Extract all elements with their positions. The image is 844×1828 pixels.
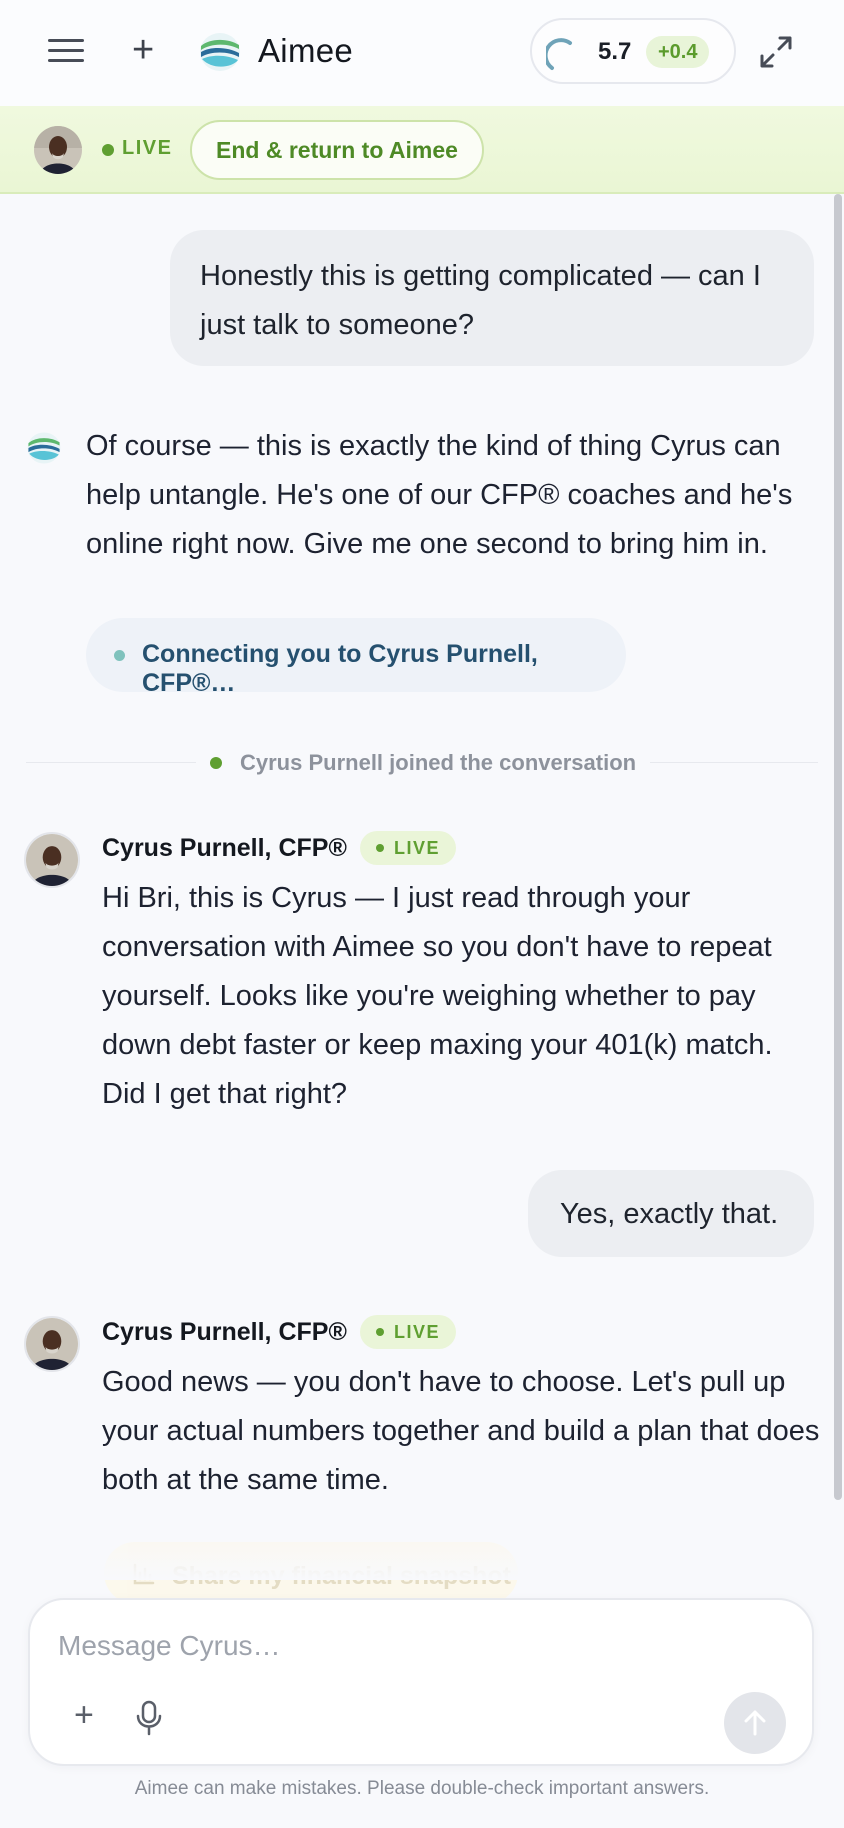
joined-text: Cyrus Purnell joined the conversation bbox=[240, 750, 637, 775]
assistant-message-text: Of course — this is exactly the kind of … bbox=[86, 430, 793, 560]
aimee-avatar-icon bbox=[27, 432, 61, 464]
app-header: + Aimee 5.7 +0.4 bbox=[0, 0, 844, 106]
live-indicator-dot bbox=[102, 144, 114, 156]
user-message: Honestly this is getting complicated — c… bbox=[170, 230, 814, 366]
joined-dot bbox=[210, 757, 222, 769]
live-session-banner: LIVE End & return to Aimee bbox=[0, 106, 844, 194]
new-chat-button[interactable]: + bbox=[132, 30, 154, 70]
coach-avatar bbox=[24, 832, 80, 888]
expand-icon[interactable] bbox=[758, 34, 794, 70]
coach-avatar bbox=[34, 126, 82, 174]
coach-name: Cyrus Purnell, CFP® bbox=[102, 1318, 347, 1346]
connecting-status: Connecting you to Cyrus Purnell, CFP®… bbox=[86, 618, 626, 697]
send-button[interactable] bbox=[724, 1692, 786, 1754]
live-label: LIVE bbox=[122, 137, 173, 159]
coach-message-text: Hi Bri, this is Cyrus — I just read thro… bbox=[102, 882, 773, 1110]
coach-live-badge: LIVE bbox=[360, 1315, 457, 1349]
coach-avatar bbox=[24, 1316, 80, 1372]
score-value: 5.7 bbox=[598, 38, 632, 65]
coach-name: Cyrus Purnell, CFP® bbox=[102, 834, 347, 862]
end-session-button[interactable]: End & return to Aimee bbox=[190, 120, 484, 180]
message-composer: + bbox=[28, 1598, 814, 1766]
user-message-text: Honestly this is getting complicated — c… bbox=[200, 260, 761, 341]
scrollbar[interactable] bbox=[834, 194, 842, 1500]
brand-name: Aimee bbox=[258, 32, 354, 69]
score-pill[interactable]: 5.7 +0.4 bbox=[530, 18, 736, 84]
aimee-logo-icon bbox=[200, 33, 240, 71]
microphone-icon[interactable] bbox=[134, 1700, 164, 1736]
coach-live-badge: LIVE bbox=[360, 831, 457, 865]
coach-message-text: Good news — you don't have to choose. Le… bbox=[102, 1366, 820, 1496]
menu-icon[interactable] bbox=[48, 34, 84, 68]
disclaimer: Aimee can make mistakes. Please double-c… bbox=[134, 1778, 710, 1799]
connecting-text: Connecting you to Cyrus Purnell, CFP®… bbox=[142, 640, 538, 697]
score-delta-badge: +0.4 bbox=[646, 36, 710, 68]
user-message-text: Yes, exactly that. bbox=[560, 1198, 779, 1230]
score-progress-icon bbox=[546, 38, 572, 70]
message-input[interactable] bbox=[58, 1626, 758, 1666]
connecting-dot bbox=[114, 650, 125, 661]
scroll-fade bbox=[0, 1520, 834, 1580]
joined-notice: Cyrus Purnell joined the conversation bbox=[196, 744, 651, 782]
attach-plus-icon[interactable]: + bbox=[74, 1696, 94, 1735]
user-message: Yes, exactly that. bbox=[528, 1170, 814, 1257]
arrow-up-icon bbox=[744, 1710, 766, 1736]
